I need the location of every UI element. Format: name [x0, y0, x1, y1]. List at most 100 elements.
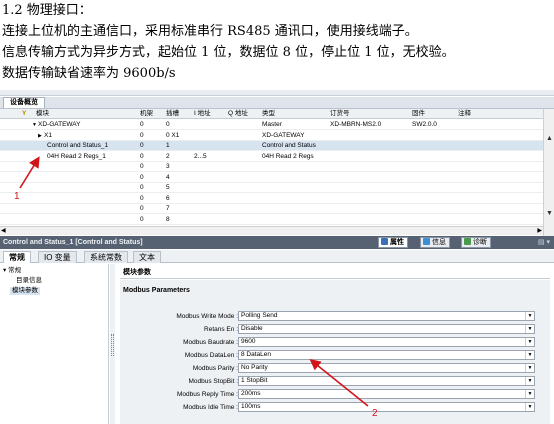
- chevron-down-icon[interactable]: ▼: [525, 338, 534, 346]
- pane-splitter[interactable]: [110, 264, 115, 424]
- table-cell: 2...5: [194, 152, 207, 160]
- column-header[interactable]: 插槽: [166, 110, 179, 118]
- toolbar-strip: [0, 90, 554, 96]
- table-cell: 1: [166, 142, 170, 149]
- table-cell: 6: [166, 194, 170, 202]
- splitter-grip[interactable]: [111, 334, 114, 356]
- table-cell: 2: [166, 152, 170, 160]
- column-header[interactable]: 注释: [458, 110, 471, 118]
- table-cell: Master: [262, 121, 282, 128]
- scroll-left-icon[interactable]: ◀: [1, 227, 6, 235]
- param-dropdown[interactable]: 100ms ▼: [238, 402, 535, 412]
- table-cell: 0: [140, 163, 144, 170]
- param-label: Modbus DataLen :: [184, 352, 238, 359]
- table-row[interactable]: 08: [0, 215, 543, 225]
- collapse-icon[interactable]: ▶: [38, 132, 42, 140]
- tab-diagnostics[interactable]: 诊断: [461, 237, 491, 248]
- chevron-down-icon[interactable]: ▼: [525, 312, 534, 320]
- tab-device-overview[interactable]: 设备概览: [3, 97, 45, 108]
- param-label: Modbus Write Mode :: [176, 313, 238, 320]
- column-header[interactable]: 类型: [262, 110, 275, 118]
- nav-item-catalog[interactable]: 目录信息: [16, 277, 42, 285]
- param-dropdown[interactable]: 1 StopBit ▼: [238, 376, 535, 386]
- tab-texts[interactable]: 文本: [133, 251, 161, 263]
- table-row[interactable]: X1 ▶ 0 0 X1 XD-GATEWAY: [0, 131, 543, 141]
- column-header[interactable]: 模块: [36, 110, 49, 118]
- param-dropdown[interactable]: 9600 ▼: [238, 337, 535, 347]
- param-value: No Parity: [241, 364, 268, 371]
- param-value: 200ms: [241, 390, 261, 397]
- param-label: Modbus StopBit :: [188, 378, 239, 385]
- properties-title: Control and Status_1 [Control and Status…: [3, 239, 143, 246]
- table-row[interactable]: 07: [0, 204, 543, 214]
- param-dropdown[interactable]: Disable ▼: [238, 324, 535, 334]
- tab-general[interactable]: 常规: [3, 251, 31, 263]
- chevron-down-icon[interactable]: ▼: [525, 325, 534, 333]
- document-text: 1.2 物理接口： 连接上位机的主通信口，采用标准串行 RS485 通讯口，使用…: [2, 0, 552, 84]
- table-row[interactable]: 05: [0, 183, 543, 193]
- param-row: Modbus Write Mode : Polling Send ▼: [120, 311, 550, 322]
- tab-io-tags[interactable]: IO 变量: [38, 251, 77, 263]
- column-header[interactable]: 机架: [140, 110, 153, 118]
- table-row[interactable]: XD-GATEWAY ▼ 0 0 Master XD-MBRN-MS2.0 SW2.0.0: [0, 120, 543, 130]
- param-label: Modbus Idle Time :: [183, 404, 238, 411]
- scroll-right-icon[interactable]: ▶: [537, 227, 542, 235]
- table-row[interactable]: 03: [0, 162, 543, 172]
- chevron-down-icon[interactable]: ▼: [525, 364, 534, 372]
- annotation-marker-1: 1: [14, 191, 20, 202]
- chevron-down-icon[interactable]: ▼: [525, 390, 534, 398]
- param-dropdown[interactable]: 8 DataLen ▼: [238, 350, 535, 360]
- table-cell: 3: [166, 163, 170, 170]
- table-cell: XD-MBRN-MS2.0: [330, 121, 382, 128]
- table-row[interactable]: 06: [0, 194, 543, 204]
- nav-item-module-params[interactable]: 模块参数: [10, 287, 40, 295]
- horizontal-scrollbar[interactable]: ◀ ▶: [0, 226, 543, 235]
- vertical-scrollbar[interactable]: ▲ ▼: [543, 109, 554, 236]
- param-value: 8 DataLen: [241, 351, 271, 358]
- doc-heading: 1.2 物理接口：: [2, 3, 92, 18]
- param-value: 100ms: [241, 403, 261, 410]
- param-value: 9600: [241, 338, 256, 345]
- table-cell: 0 X1: [166, 131, 180, 139]
- table-cell: SW2.0.0: [412, 121, 437, 128]
- param-dropdown[interactable]: No Parity ▼: [238, 363, 535, 373]
- panel-menu-icon[interactable]: ▤ ▾: [538, 238, 550, 247]
- table-cell: 0: [140, 142, 144, 149]
- column-header[interactable]: 订货号: [330, 110, 350, 118]
- properties-titlebar: Control and Status_1 [Control and Status…: [0, 236, 554, 249]
- table-cell: 8: [166, 215, 170, 223]
- expand-icon[interactable]: ▼: [32, 121, 37, 129]
- chevron-down-icon[interactable]: ▼: [525, 351, 534, 359]
- table-cell: 0: [140, 152, 144, 160]
- nav-item-general[interactable]: ▾ 常规: [3, 267, 21, 275]
- param-row: Modbus Idle Time :100ms ▼: [120, 402, 550, 413]
- column-header[interactable]: Q 地址: [228, 110, 248, 118]
- modbus-params-group: Modbus Parameters Modbus Write Mode : Pol…: [120, 280, 550, 424]
- column-header[interactable]: I 地址: [194, 110, 211, 118]
- annotation-marker-2: 2: [372, 408, 378, 419]
- scroll-up-icon[interactable]: ▲: [545, 134, 554, 143]
- tab-system-constants[interactable]: 系统常数: [84, 251, 128, 263]
- table-cell: 0: [140, 131, 144, 139]
- table-row[interactable]: 04H Read 2 Regs_1 0 2 2...5 04H Read 2 Regs: [0, 152, 543, 162]
- table-cell: 0: [140, 215, 144, 223]
- info-icon: [423, 238, 430, 245]
- param-dropdown[interactable]: 200ms ▼: [238, 389, 535, 399]
- module-params-content: 模块参数 Modbus Parameters Modbus Write Mode…: [116, 264, 554, 424]
- tab-info[interactable]: 信息: [420, 237, 450, 248]
- section-title: 模块参数: [123, 269, 151, 276]
- param-dropdown[interactable]: Polling Send ▼: [238, 311, 535, 321]
- chevron-down-icon[interactable]: ▼: [525, 403, 534, 411]
- param-label: Modbus Parity :: [192, 365, 238, 372]
- tab-properties[interactable]: 属性: [378, 237, 408, 248]
- filter-icon[interactable]: Y: [22, 110, 26, 118]
- table-cell: 4: [166, 173, 170, 181]
- chevron-down-icon[interactable]: ▼: [525, 377, 534, 385]
- properties-subtabs: 常规 IO 变量 系统常数 文本: [0, 250, 554, 263]
- column-header[interactable]: 固件: [412, 110, 425, 118]
- scroll-down-icon[interactable]: ▼: [545, 209, 554, 218]
- table-row[interactable]: 04: [0, 173, 543, 183]
- param-row: Modbus DataLen :8 DataLen ▼: [120, 350, 550, 361]
- param-row: Retans En : Disable ▼: [120, 324, 550, 335]
- table-row[interactable]: Control and Status_1 0 1 Control and Status: [0, 141, 543, 151]
